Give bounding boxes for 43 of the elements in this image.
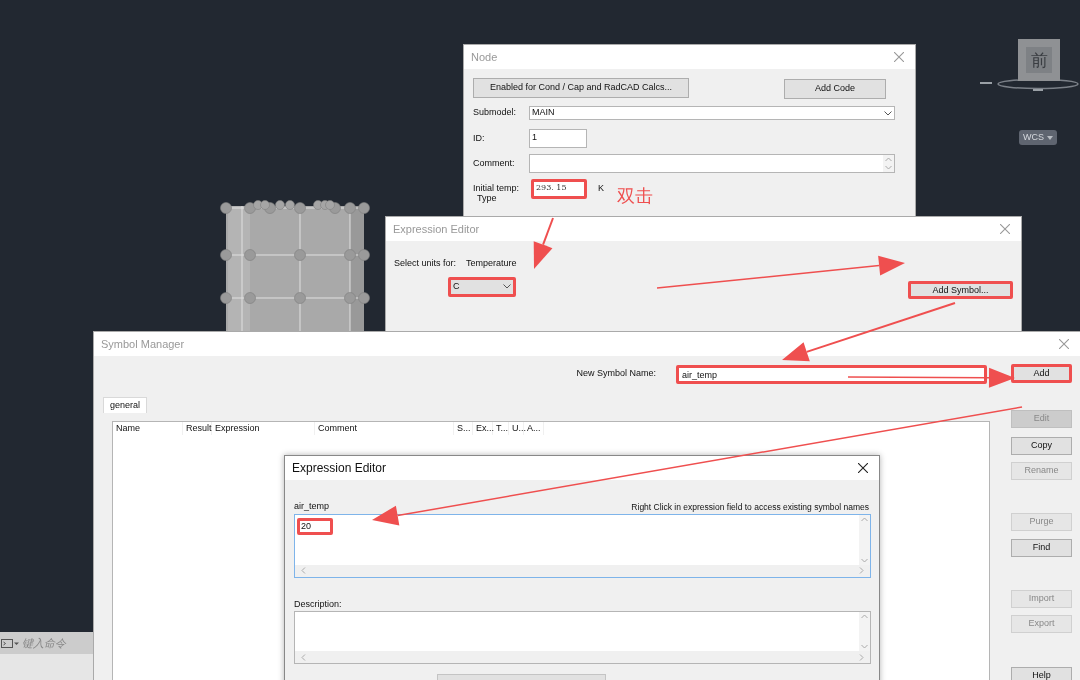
command-placeholder: 键入命令 — [22, 635, 66, 651]
annotation-text: 双击 — [617, 187, 653, 205]
quantity-label: Temperature — [466, 257, 517, 270]
add-symbol-button[interactable]: Add Symbol... — [908, 281, 1013, 299]
symbol-name-label: air_temp — [294, 500, 329, 513]
side-button[interactable]: Copy — [1011, 437, 1072, 455]
unit-dropdown[interactable]: C — [448, 276, 516, 297]
field-label: Submodel: — [473, 106, 518, 120]
field-label: Description: — [294, 597, 343, 611]
column-header[interactable]: A... — [524, 421, 544, 436]
column-header[interactable]: T... — [493, 421, 509, 436]
expression-text: 20 — [297, 517, 333, 535]
window-title: Expression Editor — [292, 460, 387, 477]
field-label: Comment: — [473, 156, 516, 170]
column-header[interactable]: Name — [113, 421, 183, 436]
add-code-button[interactable]: Add Code — [784, 79, 886, 99]
column-header[interactable]: Expression — [212, 421, 315, 436]
submodel-dropdown[interactable]: MAIN — [529, 106, 895, 120]
initial-temp-field[interactable]: 293. 15 — [531, 179, 587, 199]
column-header[interactable]: U... — [509, 421, 524, 436]
group-label: Type — [477, 194, 497, 203]
tab[interactable]: general — [103, 397, 148, 413]
unit-label: K — [598, 182, 604, 196]
add-button[interactable]: Add — [1011, 364, 1072, 383]
id-field[interactable]: 1 — [529, 129, 587, 148]
side-button[interactable]: Help — [1011, 667, 1072, 680]
field-label: Initial temp: — [473, 182, 521, 195]
column-header[interactable]: S... — [454, 421, 473, 436]
new-symbol-name-field[interactable]: air_temp — [676, 364, 987, 384]
expression-field[interactable]: 20 — [294, 513, 871, 578]
window-title: Symbol Manager — [101, 336, 185, 352]
coordinate-system-dropdown[interactable]: WCS — [1019, 130, 1057, 145]
hint-text: Right Click in expression field to access existing symbol names — [631, 500, 869, 514]
side-button[interactable]: Find — [1011, 539, 1072, 557]
window-title: Node — [471, 49, 498, 65]
field-label: New Symbol Name: — [576, 367, 656, 381]
column-header[interactable]: Ex... — [473, 421, 493, 436]
field-label: Select units for: — [394, 257, 457, 270]
enable-calcs-button[interactable]: Enabled for Cond / Cap and RadCAD Calcs... — [473, 78, 689, 98]
field-label: ID: — [473, 131, 486, 145]
window-title: Expression Editor — [393, 221, 480, 237]
column-header[interactable]: Result — [183, 421, 212, 436]
column-header[interactable]: Comment — [315, 421, 454, 436]
